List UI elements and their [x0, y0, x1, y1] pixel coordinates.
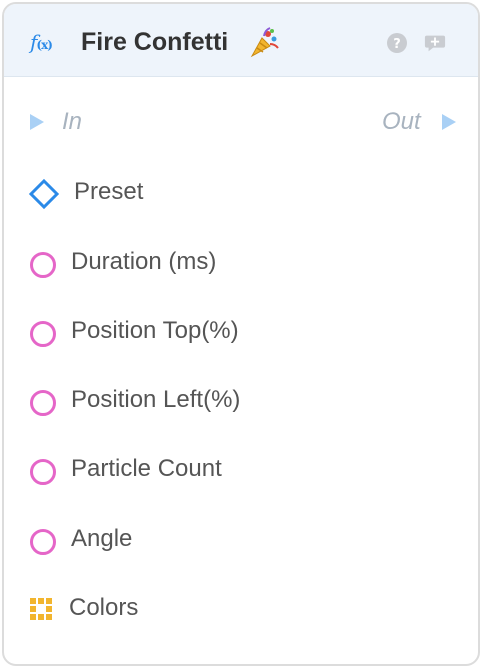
fx-icon: f(x) [30, 30, 53, 54]
input-label-particle-count: Particle Count [71, 455, 222, 482]
party-popper-icon [250, 27, 279, 58]
flow-out-arrow-icon[interactable] [440, 112, 458, 132]
input-row-angle: Angle [4, 519, 478, 559]
input-row-particle-count: Particle Count [4, 449, 478, 489]
circle-pin-icon[interactable] [28, 388, 58, 418]
input-row-position-top: Position Top(%) [4, 311, 478, 351]
flow-row: In Out [4, 102, 478, 142]
flow-in-label: In [62, 108, 83, 135]
circle-pin-icon[interactable] [28, 457, 58, 487]
flow-out-label: Out [382, 108, 421, 135]
circle-pin-icon[interactable] [28, 319, 58, 349]
input-label-duration: Duration (ms) [71, 248, 217, 275]
input-row-duration: Duration (ms) [4, 242, 478, 282]
input-row-colors: Colors [4, 588, 478, 628]
node-header[interactable]: f(x) Fire Confetti ? [4, 4, 478, 77]
flow-in-arrow-icon[interactable] [28, 112, 46, 132]
input-label-colors: Colors [69, 594, 139, 621]
circle-pin-icon[interactable] [28, 527, 58, 557]
input-row-preset: Preset [4, 172, 478, 212]
input-label-position-top: Position Top(%) [71, 317, 239, 344]
comment-icon[interactable] [424, 32, 446, 54]
circle-pin-icon[interactable] [28, 250, 58, 280]
grid-pin-icon[interactable] [28, 596, 54, 622]
node-card[interactable]: f(x) Fire Confetti ? In Out Preset Durat… [2, 2, 480, 666]
help-icon[interactable]: ? [386, 32, 408, 54]
node-title: Fire Confetti [81, 28, 229, 56]
input-label-preset: Preset [74, 178, 144, 205]
svg-text:?: ? [393, 37, 401, 52]
input-label-angle: Angle [71, 525, 133, 552]
input-label-position-left: Position Left(%) [71, 386, 241, 413]
diamond-pin-icon[interactable] [28, 178, 60, 210]
input-row-position-left: Position Left(%) [4, 380, 478, 420]
